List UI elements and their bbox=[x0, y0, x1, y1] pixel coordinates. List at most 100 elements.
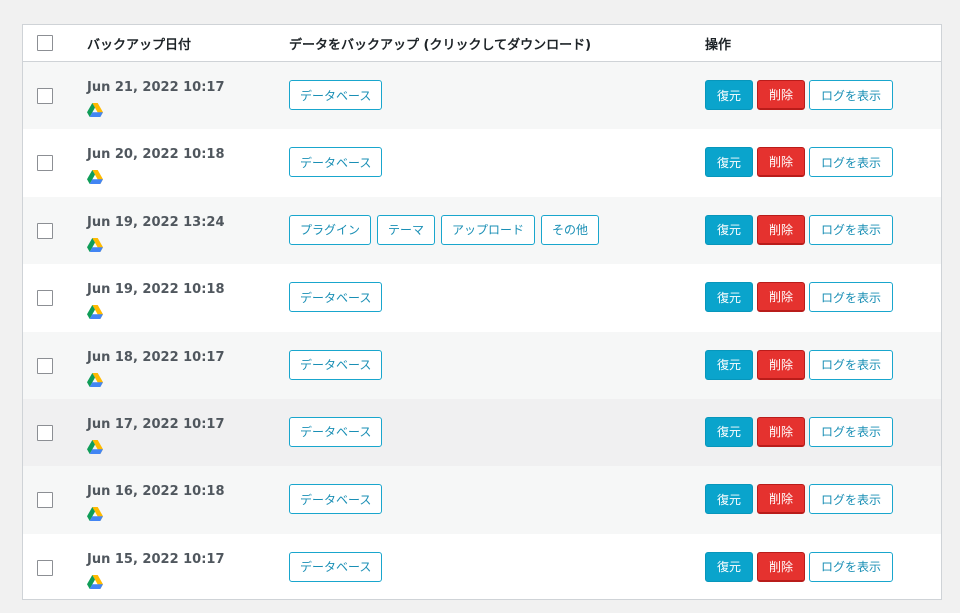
google-drive-icon bbox=[87, 304, 103, 320]
actions-cell: 復元 削除 ログを表示 bbox=[705, 349, 894, 380]
download-item-button[interactable]: データベース bbox=[289, 416, 383, 447]
table-header: バックアップ日付 データをバックアップ (クリックしてダウンロード) 操作 bbox=[23, 25, 941, 62]
table-row: Jun 19, 2022 10:18 データベース 復元 削除 ログを表示 bbox=[23, 264, 941, 331]
backup-date-cell: Jun 21, 2022 10:17 bbox=[87, 80, 225, 117]
restore-button[interactable]: 復元 bbox=[705, 416, 754, 447]
download-item-button[interactable]: その他 bbox=[541, 214, 600, 245]
row-checkbox[interactable] bbox=[37, 357, 53, 374]
delete-button[interactable]: 削除 bbox=[757, 484, 806, 515]
view-log-button[interactable]: ログを表示 bbox=[809, 484, 894, 515]
restore-button[interactable]: 復元 bbox=[705, 349, 754, 380]
row-checkbox[interactable] bbox=[37, 492, 53, 509]
view-log-button[interactable]: ログを表示 bbox=[809, 551, 894, 582]
delete-button[interactable]: 削除 bbox=[757, 551, 806, 582]
backup-data-cell: データベース bbox=[289, 80, 383, 110]
actions-cell: 復元 削除 ログを表示 bbox=[705, 80, 894, 110]
row-checkbox[interactable] bbox=[37, 559, 53, 576]
backup-data-cell: データベース bbox=[289, 147, 383, 178]
table-row: Jun 16, 2022 10:18 データベース 復元 削除 ログを表示 bbox=[23, 466, 941, 534]
backup-data-cell: データベース bbox=[289, 551, 383, 582]
row-checkbox[interactable] bbox=[37, 155, 53, 172]
backup-date-cell: Jun 17, 2022 10:17 bbox=[87, 417, 225, 454]
google-drive-icon bbox=[87, 102, 103, 117]
restore-button[interactable]: 復元 bbox=[705, 80, 754, 110]
download-item-button[interactable]: データベース bbox=[289, 282, 383, 313]
google-drive-icon bbox=[87, 372, 103, 387]
delete-button[interactable]: 削除 bbox=[757, 349, 806, 380]
restore-button[interactable]: 復元 bbox=[705, 147, 754, 178]
backup-date-cell: Jun 18, 2022 10:17 bbox=[87, 349, 225, 387]
row-checkbox-cell bbox=[37, 88, 53, 104]
google-drive-icon bbox=[87, 506, 103, 522]
row-checkbox-cell bbox=[37, 222, 53, 239]
delete-button[interactable]: 削除 bbox=[757, 80, 806, 110]
backup-date: Jun 16, 2022 10:18 bbox=[87, 484, 225, 500]
restore-button[interactable]: 復元 bbox=[705, 214, 754, 245]
row-checkbox[interactable] bbox=[37, 88, 53, 104]
restore-button[interactable]: 復元 bbox=[705, 484, 754, 515]
row-checkbox-cell bbox=[37, 424, 53, 441]
table-row: Jun 18, 2022 10:17 データベース 復元 削除 ログを表示 bbox=[23, 331, 941, 399]
row-checkbox-cell bbox=[37, 357, 53, 374]
actions-cell: 復元 削除 ログを表示 bbox=[705, 416, 894, 447]
backup-table: バックアップ日付 データをバックアップ (クリックしてダウンロード) 操作 Ju… bbox=[22, 24, 942, 600]
delete-button[interactable]: 削除 bbox=[757, 214, 806, 245]
download-item-button[interactable]: データベース bbox=[289, 484, 383, 515]
backup-data-cell: プラグイン テーマ アップロード その他 bbox=[289, 214, 600, 245]
download-item-button[interactable]: データベース bbox=[289, 551, 383, 582]
actions-cell: 復元 削除 ログを表示 bbox=[705, 147, 894, 178]
row-checkbox[interactable] bbox=[37, 424, 53, 441]
backup-date: Jun 21, 2022 10:17 bbox=[87, 80, 225, 95]
backup-date-cell: Jun 19, 2022 10:18 bbox=[87, 282, 225, 320]
download-item-button[interactable]: プラグイン bbox=[289, 214, 372, 245]
table-row: Jun 17, 2022 10:17 データベース 復元 削除 ログを表示 bbox=[23, 398, 941, 467]
view-log-button[interactable]: ログを表示 bbox=[809, 349, 894, 380]
google-drive-icon bbox=[87, 574, 103, 589]
backup-date-cell: Jun 16, 2022 10:18 bbox=[87, 484, 225, 522]
restore-button[interactable]: 復元 bbox=[705, 282, 754, 313]
header-data: データをバックアップ (クリックしてダウンロード) bbox=[289, 37, 592, 53]
actions-cell: 復元 削除 ログを表示 bbox=[705, 551, 894, 582]
download-item-button[interactable]: アップロード bbox=[441, 214, 536, 245]
view-log-button[interactable]: ログを表示 bbox=[809, 214, 894, 245]
view-log-button[interactable]: ログを表示 bbox=[809, 282, 894, 313]
backup-data-cell: データベース bbox=[289, 349, 383, 380]
row-checkbox-cell bbox=[37, 492, 53, 509]
table-row: Jun 21, 2022 10:17 データベース 復元 削除 ログを表示 bbox=[23, 62, 941, 130]
backup-date: Jun 20, 2022 10:18 bbox=[87, 147, 225, 163]
row-checkbox-cell bbox=[37, 155, 53, 172]
table-body: Jun 21, 2022 10:17 データベース 復元 削除 ログを表示 Jun 20,… bbox=[23, 62, 941, 601]
backup-date: Jun 15, 2022 10:17 bbox=[87, 551, 225, 567]
download-item-button[interactable]: データベース bbox=[289, 147, 383, 178]
backup-date: Jun 19, 2022 10:18 bbox=[87, 282, 225, 298]
download-item-button[interactable]: データベース bbox=[289, 349, 383, 380]
download-item-button[interactable]: データベース bbox=[289, 80, 383, 110]
table-row: Jun 20, 2022 10:18 データベース 復元 削除 ログを表示 bbox=[23, 129, 941, 196]
backup-date: Jun 18, 2022 10:17 bbox=[87, 349, 225, 365]
delete-button[interactable]: 削除 bbox=[757, 282, 806, 313]
restore-button[interactable]: 復元 bbox=[705, 551, 754, 582]
google-drive-icon bbox=[87, 237, 103, 252]
row-checkbox-cell bbox=[37, 290, 53, 307]
row-checkbox-cell bbox=[37, 559, 53, 576]
select-all-checkbox[interactable] bbox=[37, 35, 53, 51]
view-log-button[interactable]: ログを表示 bbox=[809, 416, 894, 447]
download-item-button[interactable]: テーマ bbox=[377, 214, 436, 245]
select-all-checkbox-cell bbox=[37, 35, 53, 51]
backup-date-cell: Jun 15, 2022 10:17 bbox=[87, 551, 225, 589]
backup-data-cell: データベース bbox=[289, 416, 383, 447]
backup-date-cell: Jun 20, 2022 10:18 bbox=[87, 147, 225, 185]
actions-cell: 復元 削除 ログを表示 bbox=[705, 484, 894, 515]
delete-button[interactable]: 削除 bbox=[757, 416, 806, 447]
google-drive-icon bbox=[87, 169, 103, 185]
delete-button[interactable]: 削除 bbox=[757, 147, 806, 178]
view-log-button[interactable]: ログを表示 bbox=[809, 80, 894, 110]
backup-date: Jun 19, 2022 13:24 bbox=[87, 214, 225, 230]
view-log-button[interactable]: ログを表示 bbox=[809, 147, 894, 178]
row-checkbox[interactable] bbox=[37, 222, 53, 239]
actions-cell: 復元 削除 ログを表示 bbox=[705, 282, 894, 313]
row-checkbox[interactable] bbox=[37, 290, 53, 307]
table-row: Jun 19, 2022 13:24 プラグイン テーマ アップロード その他 復元 削除ロ… bbox=[23, 196, 941, 265]
table-row: Jun 15, 2022 10:17 データベース 復元 削除 ログを表示 bbox=[23, 534, 941, 601]
backup-data-cell: データベース bbox=[289, 282, 383, 313]
